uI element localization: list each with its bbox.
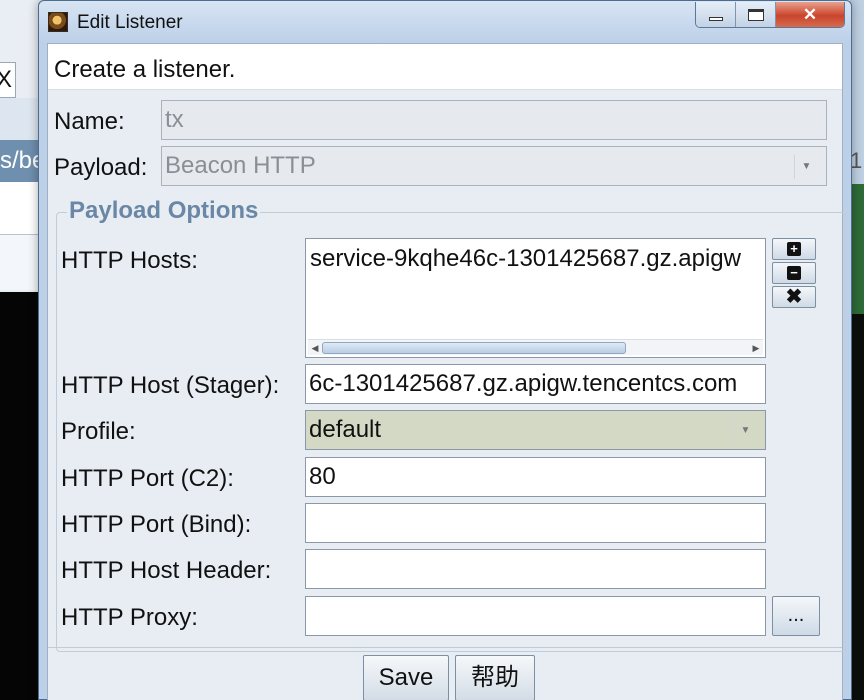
profile-select[interactable]: default ▼ [305,410,766,450]
http-port-c2-label: HTTP Port (C2): [61,465,234,492]
minimize-icon [708,16,723,21]
http-port-bind-label: HTTP Port (Bind): [61,511,252,538]
profile-label: Profile: [61,418,136,445]
http-port-bind-field[interactable] [305,503,766,543]
window-controls: ✕ [695,2,845,28]
background-band [0,98,40,140]
http-host-stager-label: HTTP Host (Stager): [61,372,280,399]
background-panel-lower [0,234,40,290]
minus-icon: − [787,266,801,280]
maximize-button[interactable] [736,2,776,27]
background-path-bar: s/be [0,140,40,182]
footer-divider [48,647,842,648]
maximize-icon [747,8,764,21]
http-host-header-field[interactable] [305,549,766,589]
http-proxy-label: HTTP Proxy: [61,604,198,631]
plus-icon: + [787,242,801,256]
scroll-right-icon[interactable]: ▶ [749,340,763,356]
scroll-left-icon[interactable]: ◀ [308,340,322,356]
http-port-c2-field[interactable]: 80 [305,457,766,497]
chevron-down-icon: ▼ [794,155,818,179]
chevron-down-icon: ▼ [733,419,757,443]
proxy-settings-button[interactable]: ... [772,596,820,636]
minimize-button[interactable] [696,2,736,27]
hosts-horizontal-scrollbar[interactable]: ◀ ▶ [308,339,763,355]
http-host-header-label: HTTP Host Header: [61,557,272,584]
profile-select-value: default [309,416,382,443]
clear-hosts-button[interactable]: ✖ [772,286,816,308]
beacon-app-icon [48,12,68,32]
save-button[interactable]: Save [363,655,449,700]
background-right-dark [850,314,864,700]
close-icon: ✕ [802,4,818,24]
edit-listener-dialog: Edit Listener ✕ Create a listener. Name:… [38,0,852,700]
title-bar[interactable]: Edit Listener ✕ [39,1,851,43]
background-tab[interactable]: X [0,62,16,98]
payload-label: Payload: [54,154,148,181]
http-host-stager-field[interactable]: 6c-1301425687.gz.apigw.tencentcs.com [305,364,766,404]
description-pane: Create a listener. [48,44,842,90]
add-host-button[interactable]: + [772,238,816,260]
close-button[interactable]: ✕ [776,2,844,27]
scrollbar-thumb[interactable] [322,342,626,354]
http-proxy-field[interactable] [305,596,766,636]
payload-select[interactable]: Beacon HTTP ▼ [161,146,827,186]
clear-icon: ✖ [785,286,803,308]
background-console [0,292,40,700]
description-text: Create a listener. [54,56,236,83]
name-field[interactable]: tx [161,100,827,140]
remove-host-button[interactable]: − [772,262,816,284]
dialog-content: Create a listener. Name: tx Payload: Bea… [47,43,846,700]
background-right-image [850,184,864,314]
name-label: Name: [54,108,125,135]
http-hosts-label: HTTP Hosts: [61,247,198,274]
background-panel [0,182,40,234]
payload-options-title: Payload Options [67,197,261,225]
payload-select-value: Beacon HTTP [165,152,316,179]
window-title: Edit Listener [77,12,183,33]
background-right-text: 1 [850,148,863,173]
http-hosts-list[interactable]: service-9kqhe46c-1301425687.gz.apigw ◀ ▶ [305,238,766,358]
http-host-item[interactable]: service-9kqhe46c-1301425687.gz.apigw [310,245,741,273]
help-button[interactable]: 帮助 [455,655,535,700]
